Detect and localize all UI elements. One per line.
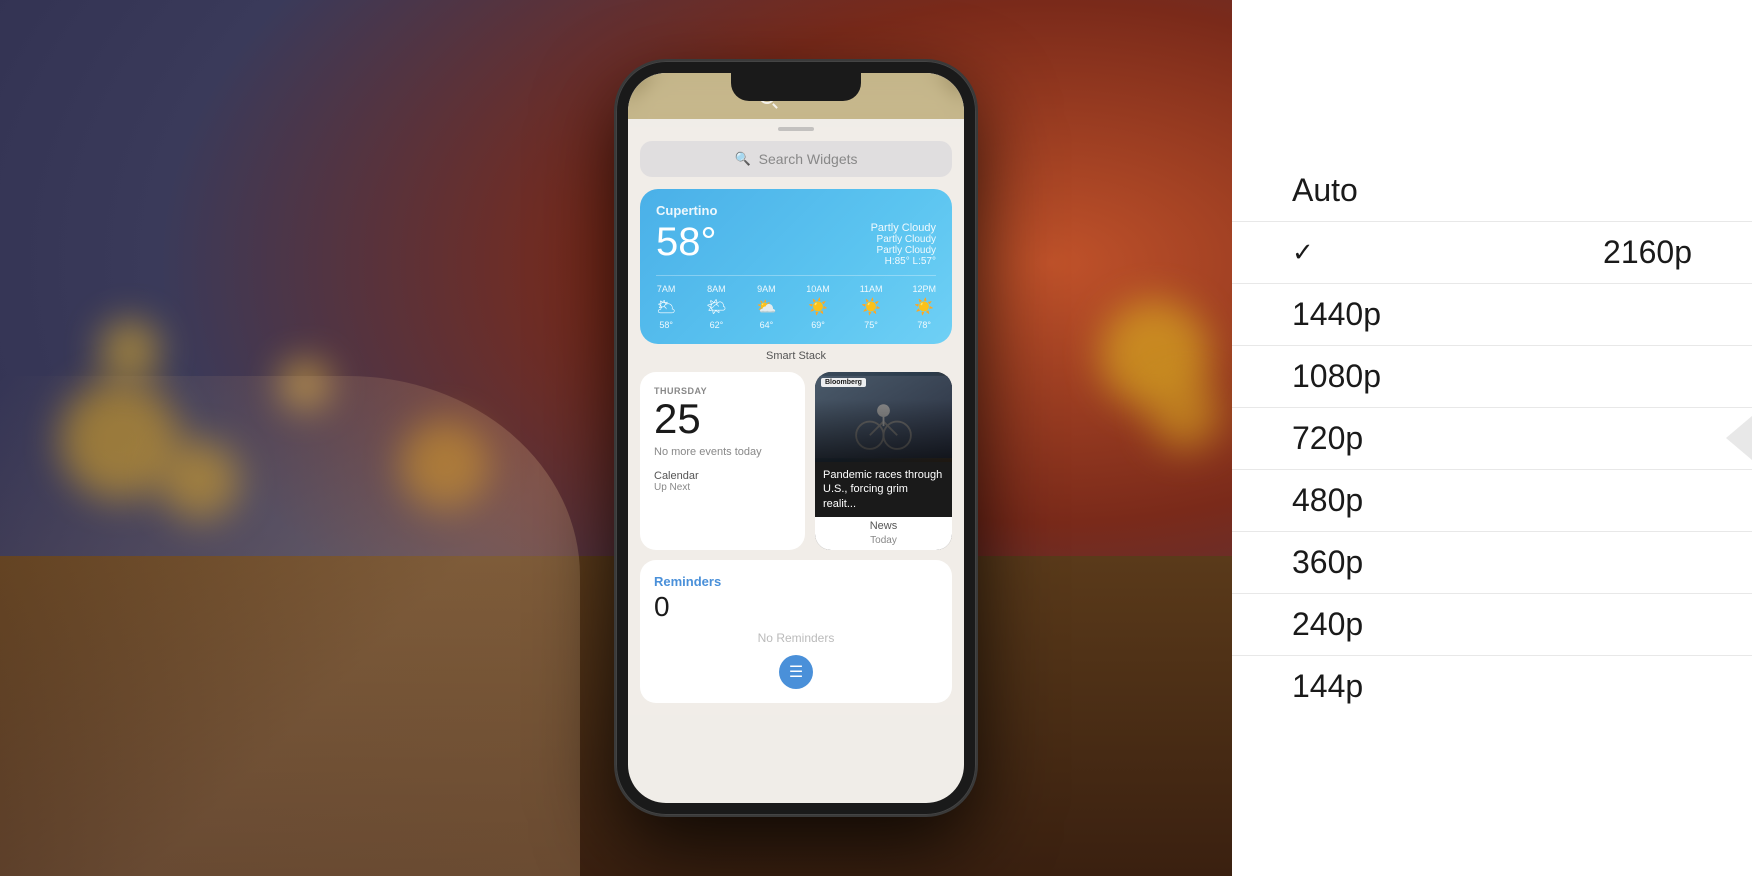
weather-hour-7am: 7AM 🌥 58° (656, 284, 676, 330)
news-image: Bloomberg (815, 372, 952, 462)
bokeh-light-3 (100, 320, 160, 380)
news-headline: Pandemic races through U.S., forcing gri… (815, 462, 952, 517)
phone: Search 🔍 Search Widgets Cupertino 58° (616, 61, 976, 815)
weather-condition: Partly Cloudy Partly Cloudy Partly Cloud… (871, 222, 936, 267)
quality-panel: Auto ✓ 2160p 1440p 1080p 720p 480p 360p … (1232, 0, 1752, 876)
weather-hour-10am: 10AM ☀️ 69° (806, 284, 830, 330)
quality-item-auto[interactable]: Auto (1292, 160, 1692, 221)
weather-hour-11am: 11AM ☀️ 75° (860, 284, 883, 330)
quality-label-360p: 360p (1292, 544, 1363, 581)
quality-item-480p[interactable]: 480p (1292, 470, 1692, 531)
cal-label: Calendar (654, 470, 791, 482)
weather-widget[interactable]: Cupertino 58° Partly Cloudy Partly Cloud… (640, 189, 952, 344)
reminders-count: 0 (654, 591, 938, 623)
news-bloomberg-tag: Bloomberg (821, 378, 866, 387)
quality-label-240p: 240p (1292, 606, 1363, 643)
quality-label-auto: Auto (1292, 172, 1358, 209)
quality-item-360p[interactable]: 360p (1292, 532, 1692, 593)
weather-temp-row: 58° Partly Cloudy Partly Cloudy Partly C… (656, 222, 936, 267)
phone-screen: Search 🔍 Search Widgets Cupertino 58° (628, 73, 964, 803)
cal-sublabel: Up Next (654, 482, 791, 493)
phone-notch (731, 73, 861, 101)
weather-hour-9am: 9AM ⛅ 64° (756, 284, 776, 330)
quality-arrow-indicator (1726, 416, 1752, 460)
quality-item-2160p[interactable]: ✓ 2160p (1292, 222, 1692, 283)
reminders-title: Reminders (654, 574, 938, 589)
weather-hourly: 7AM 🌥 58° 8AM 🌤 62° 9AM ⛅ 64° (656, 275, 936, 330)
hand (0, 376, 580, 876)
cal-no-events: No more events today (654, 446, 791, 458)
phone-frame: Search 🔍 Search Widgets Cupertino 58° (616, 61, 976, 815)
quality-label-2160p: 2160p (1603, 234, 1692, 271)
weather-hour-12pm: 12PM ☀️ 78° (912, 284, 936, 330)
news-widget[interactable]: Bloomberg Pandemic races through U.S., f… (815, 372, 952, 550)
quality-label-480p: 480p (1292, 482, 1363, 519)
cal-date: 25 (654, 396, 791, 442)
quality-label-720p: 720p (1292, 420, 1363, 457)
weather-hour-8am: 8AM 🌤 62° (706, 284, 726, 330)
search-widgets-bar[interactable]: 🔍 Search Widgets (640, 141, 952, 177)
quality-label-1440p: 1440p (1292, 296, 1381, 333)
reminders-list-icon: ☰ (779, 655, 813, 689)
search-widgets-text: Search Widgets (759, 151, 858, 167)
reminders-icon-area: ☰ (654, 655, 938, 689)
search-widgets-icon: 🔍 (734, 151, 750, 167)
reminders-none-text: No Reminders (654, 631, 938, 645)
quality-label-144p: 144p (1292, 668, 1363, 705)
quality-checkmark-2160p: ✓ (1292, 237, 1314, 268)
quality-item-720p[interactable]: 720p (1292, 408, 1692, 469)
bokeh-light-7 (1150, 380, 1220, 450)
weather-location: Cupertino (656, 203, 936, 218)
quality-item-1440p[interactable]: 1440p (1292, 284, 1692, 345)
quality-item-240p[interactable]: 240p (1292, 594, 1692, 655)
calendar-widget[interactable]: Thursday 25 No more events today Calenda… (640, 372, 805, 550)
widget-area: 🔍 Search Widgets Cupertino 58° Partly Cl… (628, 127, 964, 715)
news-label: News (815, 517, 952, 535)
quality-item-144p[interactable]: 144p (1292, 656, 1692, 717)
widget-row: Thursday 25 No more events today Calenda… (640, 372, 952, 550)
reminders-widget[interactable]: Reminders 0 No Reminders ☰ (640, 560, 952, 703)
quality-label-1080p: 1080p (1292, 358, 1381, 395)
smart-stack-label: Smart Stack (640, 350, 952, 362)
quality-item-1080p[interactable]: 1080p (1292, 346, 1692, 407)
weather-temp: 58° (656, 222, 717, 262)
news-sublabel: Today (815, 535, 952, 550)
